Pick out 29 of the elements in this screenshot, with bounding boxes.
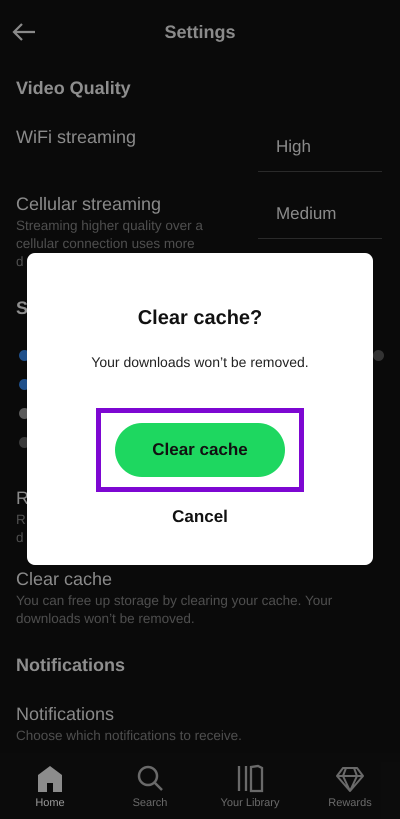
section-heading: Video Quality	[16, 78, 131, 99]
dialog-title: Clear cache?	[138, 307, 262, 330]
nav-tab[interactable]: Rewards	[300, 753, 400, 819]
nav-tab[interactable]: Search	[100, 753, 200, 819]
search-icon	[135, 763, 165, 793]
setting-title: Cellular streaming	[16, 194, 162, 215]
quality-dropdown[interactable]: Medium	[258, 194, 382, 239]
section-heading: S	[16, 298, 28, 319]
section-heading: Notifications	[16, 655, 126, 676]
setting-description: R d	[16, 511, 27, 547]
quality-dropdown[interactable]: High	[258, 127, 382, 172]
back-button[interactable]	[12, 23, 36, 41]
home-icon	[35, 763, 65, 793]
cancel-button[interactable]: Cancel	[166, 506, 234, 528]
setting-title: WiFi streaming	[16, 127, 136, 148]
storage-bar-end	[373, 350, 384, 361]
page-title: Settings	[163, 22, 236, 42]
nav-tab[interactable]: Your Library	[200, 753, 300, 819]
setting-title: R	[16, 488, 29, 509]
setting-title: Notifications	[16, 704, 116, 725]
setting-description: Streaming higher quality over a cellular connection uses more d	[16, 217, 203, 271]
clear-cache-button[interactable]: Clear cache	[115, 423, 285, 477]
setting-title: Clear cache	[16, 569, 114, 590]
setting-description: You can free up storage by clearing your cache. Your downloads won’t be removed.	[16, 592, 332, 628]
back-arrow-icon	[12, 23, 36, 41]
setting-description: Choose which notifications to receive.	[16, 727, 242, 745]
library-icon	[235, 763, 265, 793]
nav-tab[interactable]: Home	[0, 753, 100, 819]
dialog-message: Your downloads won’t be removed.	[91, 354, 309, 370]
